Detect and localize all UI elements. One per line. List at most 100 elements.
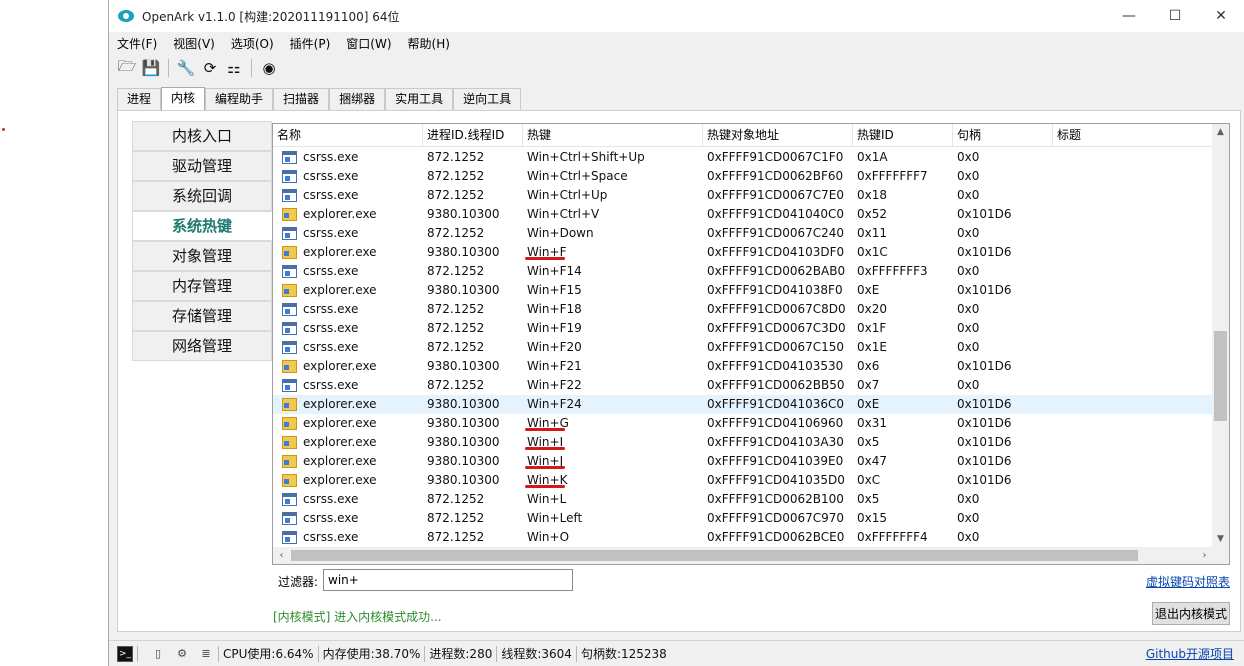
github-icon[interactable]: ◉	[259, 58, 279, 78]
cell-pid-tid: 872.1252	[427, 188, 485, 202]
tab-utilities[interactable]: 实用工具	[385, 88, 454, 110]
tab-bundler[interactable]: 捆绑器	[329, 88, 386, 110]
cell-pid-tid: 9380.10300	[427, 473, 500, 487]
table-row[interactable]: explorer.exe 9380.10300 Win+F24 0xFFFF91CD0…	[273, 395, 1213, 414]
tab-reverse[interactable]: 逆向工具	[453, 88, 522, 110]
github-project-link[interactable]: Github开源项目	[1146, 645, 1234, 662]
console-process-icon	[282, 303, 297, 316]
column-header-name[interactable]: 名称	[273, 124, 423, 147]
scroll-right-arrow-icon[interactable]: ›	[1196, 547, 1213, 564]
table-row[interactable]: explorer.exe 9380.10300 Win+F 0xFFFF91CD041…	[273, 243, 1213, 262]
horizontal-scroll-thumb[interactable]	[291, 550, 1138, 561]
cell-object-address: 0xFFFF91CD041039E0	[707, 454, 844, 468]
cell-name: csrss.exe	[303, 492, 359, 506]
menu-window[interactable]: 窗口(W)	[338, 35, 399, 52]
table-row[interactable]: explorer.exe 9380.10300 Win+I 0xFFFF91CD041…	[273, 433, 1213, 452]
terminal-icon[interactable]: >_	[117, 645, 133, 662]
menu-plugins[interactable]: 插件(P)	[282, 35, 339, 52]
horizontal-scrollbar[interactable]: ‹ ›	[273, 547, 1213, 564]
tab-process[interactable]: 进程	[117, 88, 162, 110]
cell-pid-tid: 9380.10300	[427, 359, 500, 373]
toolbar: 🗁 💾 🔧 ⟳ ⚏ ◉	[117, 57, 279, 79]
table-row[interactable]: explorer.exe 9380.10300 Win+F15 0xFFFF91CD0…	[273, 281, 1213, 300]
database-icon[interactable]: ≣	[198, 646, 214, 662]
table-row[interactable]: explorer.exe 9380.10300 Win+F21 0xFFFF91CD0…	[273, 357, 1213, 376]
table-row[interactable]: csrss.exe 872.1252 Win+O 0xFFFF91CD0062BCE0…	[273, 528, 1213, 547]
handle-count: 句柄数:125238	[580, 647, 667, 661]
table-row[interactable]: csrss.exe 872.1252 Win+F14 0xFFFF91CD0062BA…	[273, 262, 1213, 281]
table-row[interactable]: explorer.exe 9380.10300 Win+Ctrl+V 0xFFFF91…	[273, 205, 1213, 224]
sidebar-item-system-callback[interactable]: 系统回调	[132, 181, 272, 211]
sidebar-item-memory-manager[interactable]: 内存管理	[132, 271, 272, 301]
table-row[interactable]: explorer.exe 9380.10300 Win+J 0xFFFF91CD041…	[273, 452, 1213, 471]
column-header-pid-tid[interactable]: 进程ID.线程ID	[423, 124, 523, 147]
console-process-icon	[282, 170, 297, 183]
cell-handle: 0x0	[957, 340, 980, 354]
sidebar-item-kernel-entry[interactable]: 内核入口	[132, 121, 272, 151]
sidebar-item-network-manager[interactable]: 网络管理	[132, 331, 272, 361]
cell-handle: 0x0	[957, 321, 980, 335]
tab-kernel[interactable]: 内核	[161, 87, 206, 110]
sidebar-item-driver-manager[interactable]: 驱动管理	[132, 151, 272, 181]
exit-kernel-mode-button[interactable]: 退出内核模式	[1152, 602, 1230, 625]
close-button[interactable]: ✕	[1198, 0, 1244, 32]
scroll-up-arrow-icon[interactable]: ▲	[1212, 124, 1229, 141]
cell-object-address: 0xFFFF91CD0067C1F0	[707, 150, 844, 164]
folder-open-icon[interactable]: 🗁	[117, 57, 137, 78]
sidebar-item-storage-manager[interactable]: 存储管理	[132, 301, 272, 331]
menu-view[interactable]: 视图(V)	[165, 35, 223, 52]
cell-object-address: 0xFFFF91CD04103DF0	[707, 245, 845, 259]
column-header-handle[interactable]: 句柄	[953, 124, 1053, 147]
table-row[interactable]: csrss.exe 872.1252 Win+Left 0xFFFF91CD0067C…	[273, 509, 1213, 528]
tools-icon[interactable]: ⚙	[174, 646, 190, 662]
table-row[interactable]: csrss.exe 872.1252 Win+F18 0xFFFF91CD0067C8…	[273, 300, 1213, 319]
tab-scanner[interactable]: 扫描器	[273, 88, 330, 110]
menu-options[interactable]: 选项(O)	[223, 35, 282, 52]
table-row[interactable]: csrss.exe 872.1252 Win+F19 0xFFFF91CD0067C3…	[273, 319, 1213, 338]
process-count: 进程数:280	[429, 647, 493, 661]
table-row[interactable]: explorer.exe 9380.10300 Win+K 0xFFFF91CD041…	[273, 471, 1213, 490]
kernel-panel: 内核入口 驱动管理 系统回调 系统热键 对象管理 内存管理 存储管理 网络管理 …	[117, 110, 1241, 632]
title-bar: OpenArk v1.1.0 [构建:202011191100] 64位 — ☐…	[109, 0, 1244, 32]
table-row[interactable]: csrss.exe 872.1252 Win+F20 0xFFFF91CD0067C1…	[273, 338, 1213, 357]
cell-hotkey: Win+F14	[527, 264, 582, 278]
cell-hotkey: Win+Ctrl+Shift+Up	[527, 150, 645, 164]
virtual-keycode-link[interactable]: 虚拟键码对照表	[1146, 573, 1230, 590]
table-row[interactable]: csrss.exe 872.1252 Win+Ctrl+Up 0xFFFF91CD00…	[273, 186, 1213, 205]
sidebar-item-system-hotkey[interactable]: 系统热键	[132, 211, 272, 241]
filter-input[interactable]	[323, 569, 573, 591]
cell-hotkey-id: 0xFFFFFFF7	[857, 169, 928, 183]
sidebar-item-object-manager[interactable]: 对象管理	[132, 241, 272, 271]
cell-object-address: 0xFFFF91CD0067C970	[707, 511, 845, 525]
minimize-button[interactable]: —	[1106, 0, 1152, 32]
cell-pid-tid: 9380.10300	[427, 245, 500, 259]
cell-hotkey-id: 0xE	[857, 283, 880, 297]
vertical-scrollbar[interactable]: ▲ ▼	[1212, 124, 1229, 548]
vertical-scroll-thumb[interactable]	[1214, 331, 1227, 421]
tab-coder[interactable]: 编程助手	[205, 88, 274, 110]
cell-name: csrss.exe	[303, 169, 359, 183]
scroll-down-arrow-icon[interactable]: ▼	[1212, 531, 1229, 548]
table-row[interactable]: csrss.exe 872.1252 Win+Ctrl+Shift+Up 0xFFFF…	[273, 148, 1213, 167]
refresh-icon[interactable]: ⟳	[200, 58, 220, 78]
table-row[interactable]: csrss.exe 872.1252 Win+Down 0xFFFF91CD0067C…	[273, 224, 1213, 243]
table-row[interactable]: explorer.exe 9380.10300 Win+G 0xFFFF91CD041…	[273, 414, 1213, 433]
column-header-title[interactable]: 标题	[1053, 124, 1213, 147]
wrench-icon[interactable]: 🔧	[176, 58, 196, 78]
cell-pid-tid: 9380.10300	[427, 435, 500, 449]
maximize-button[interactable]: ☐	[1152, 0, 1198, 32]
column-header-object-address[interactable]: 热键对象地址	[703, 124, 853, 147]
menu-bar: 文件(F) 视图(V) 选项(O) 插件(P) 窗口(W) 帮助(H)	[109, 33, 458, 53]
table-row[interactable]: csrss.exe 872.1252 Win+F22 0xFFFF91CD0062BB…	[273, 376, 1213, 395]
document-icon[interactable]: ▯	[150, 646, 166, 662]
explorer-process-icon	[282, 246, 297, 259]
cell-hotkey: Win+Ctrl+Space	[527, 169, 628, 183]
menu-file[interactable]: 文件(F)	[109, 35, 165, 52]
grid-icon[interactable]: ⚏	[224, 58, 244, 78]
scroll-left-arrow-icon[interactable]: ‹	[273, 547, 290, 564]
save-icon[interactable]: 💾	[141, 58, 161, 78]
table-row[interactable]: csrss.exe 872.1252 Win+L 0xFFFF91CD0062B100…	[273, 490, 1213, 509]
table-row[interactable]: csrss.exe 872.1252 Win+Ctrl+Space 0xFFFF91C…	[273, 167, 1213, 186]
column-header-hotkey-id[interactable]: 热键ID	[853, 124, 953, 147]
menu-help[interactable]: 帮助(H)	[400, 35, 458, 52]
